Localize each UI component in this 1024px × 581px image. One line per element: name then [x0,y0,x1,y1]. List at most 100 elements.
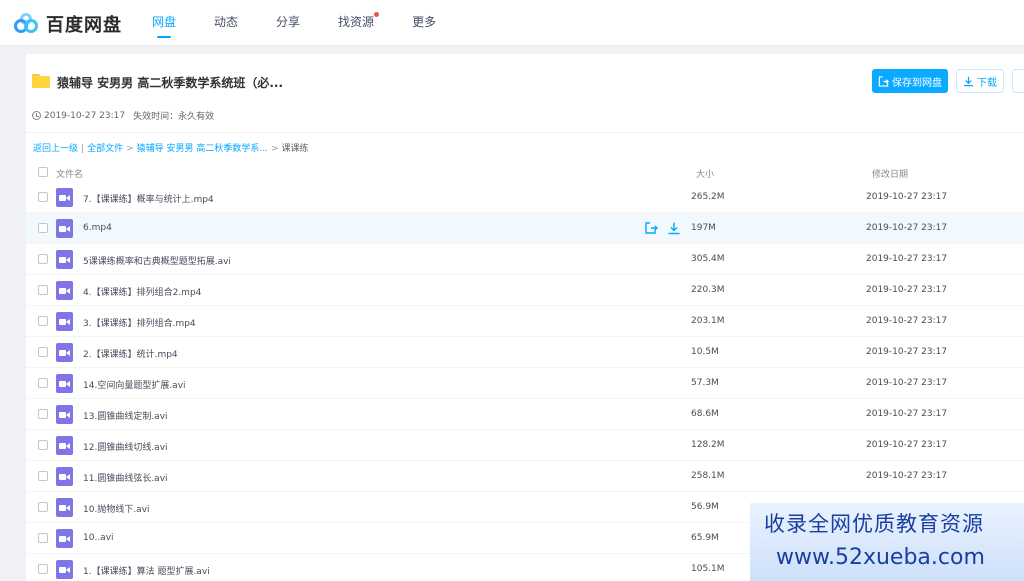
nav-item-more[interactable]: 更多 [412,0,436,46]
column-header-date[interactable]: 修改日期 [872,167,908,180]
video-file-icon [56,281,73,300]
logo-text: 百度网盘 [46,15,122,36]
file-name[interactable]: 11.圆锥曲线弦长.avi [83,471,168,484]
nav-item-find-resources[interactable]: 找资源 [338,0,380,46]
column-header-name[interactable]: 文件名 [56,167,83,180]
video-file-icon [56,312,73,331]
save-to-netdisk-icon[interactable] [644,221,658,235]
row-checkbox[interactable] [38,347,48,357]
video-file-icon [56,250,73,269]
file-name[interactable]: 10..avi [83,533,114,543]
row-checkbox[interactable] [38,192,48,202]
nav-item-share[interactable]: 分享 [276,0,300,46]
video-file-icon [56,219,73,238]
folder-icon [32,74,50,88]
share-created-time: 2019-10-27 23:17 [44,110,126,121]
file-size: 265.2M [691,192,725,202]
file-size: 68.6M [691,409,719,419]
video-file-icon [56,343,73,362]
file-size: 258.1M [691,471,725,481]
file-size: 220.3M [691,285,725,295]
column-header-size[interactable]: 大小 [696,167,714,180]
breadcrumb-parent-link[interactable]: 猿辅导 安男男 高二秋季数学系... [137,144,268,154]
select-all-checkbox[interactable] [38,167,48,177]
video-file-icon [56,436,73,455]
row-checkbox[interactable] [38,409,48,419]
download-icon [963,76,974,86]
file-name[interactable]: 1.【课课练】算法 题型扩展.avi [83,564,210,577]
file-date: 2019-10-27 23:17 [866,440,948,450]
file-size: 105.1M [691,564,725,574]
file-date: 2019-10-27 23:17 [866,223,948,233]
save-label: 保存到网盘 [892,77,942,89]
file-name[interactable]: 3.【课课练】排列组合.mp4 [83,316,196,329]
share-meta: 2019-10-27 23:17 失效时间：永久有效 [32,109,214,122]
table-row[interactable]: 11.圆锥曲线弦长.avi 258.1M 2019-10-27 23:17 [26,461,1024,492]
breadcrumb: 返回上一级 | 全部文件 > 猿辅导 安男男 高二秋季数学系... > 课课练 [33,144,309,154]
table-row[interactable]: 7.【课课练】概率与统计上.mp4 265.2M 2019-10-27 23:1… [26,182,1024,213]
video-file-icon [56,560,73,579]
nav-item-netdisk[interactable]: 网盘 [152,0,176,46]
save-icon [878,75,889,87]
file-name[interactable]: 7.【课课练】概率与统计上.mp4 [83,192,214,205]
logo[interactable]: 百度网盘 [14,11,122,37]
logo-cloud-icon [14,13,40,35]
video-file-icon [56,529,73,548]
row-checkbox[interactable] [38,471,48,481]
row-checkbox[interactable] [38,285,48,295]
file-name[interactable]: 2.【课课练】统计.mp4 [83,347,178,360]
breadcrumb-back-link[interactable]: 返回上一级 [33,144,78,154]
row-checkbox[interactable] [38,223,48,233]
save-to-netdisk-button[interactable]: 保存到网盘 [872,69,948,93]
table-row[interactable]: 3.【课课练】排列组合.mp4 203.1M 2019-10-27 23:17 [26,306,1024,337]
download-icon[interactable] [667,221,681,235]
row-checkbox[interactable] [38,533,48,543]
file-date: 2019-10-27 23:17 [866,347,948,357]
file-date: 2019-10-27 23:17 [866,409,948,419]
file-date: 2019-10-27 23:17 [866,378,948,388]
file-date: 2019-10-27 23:17 [866,285,948,295]
top-navbar: 百度网盘 网盘 动态 分享 找资源 更多 [0,0,1024,46]
row-checkbox[interactable] [38,254,48,264]
clock-icon [32,111,41,120]
file-size: 197M [691,223,716,233]
breadcrumb-all-files-link[interactable]: 全部文件 [87,144,123,154]
table-row[interactable]: 14.空间向量题型扩展.avi 57.3M 2019-10-27 23:17 [26,368,1024,399]
video-file-icon [56,498,73,517]
table-row[interactable]: 13.圆锥曲线定制.avi 68.6M 2019-10-27 23:17 [26,399,1024,430]
file-size: 65.9M [691,533,719,543]
file-date: 2019-10-27 23:17 [866,192,948,202]
row-checkbox[interactable] [38,316,48,326]
file-date: 2019-10-27 23:17 [866,471,948,481]
file-name[interactable]: 13.圆锥曲线定制.avi [83,409,168,422]
nav-item-activity[interactable]: 动态 [214,0,238,46]
more-actions-button[interactable] [1012,69,1024,93]
row-checkbox[interactable] [38,378,48,388]
file-size: 203.1M [691,316,725,326]
nav-item-label: 找资源 [338,15,375,29]
row-checkbox[interactable] [38,564,48,574]
row-checkbox[interactable] [38,440,48,450]
file-size: 128.2M [691,440,725,450]
table-row[interactable]: 5课课练概率和古典概型题型拓展.avi 305.4M 2019-10-27 23… [26,244,1024,275]
row-checkbox[interactable] [38,502,48,512]
file-name[interactable]: 12.圆锥曲线切线.avi [83,440,168,453]
main-nav: 网盘 动态 分享 找资源 更多 [152,0,474,46]
table-row[interactable]: 2.【课课练】统计.mp4 10.5M 2019-10-27 23:17 [26,337,1024,368]
watermark-slogan: 收录全网优质教育资源 [764,512,984,536]
table-header: 文件名 大小 修改日期 [26,162,1024,182]
file-name[interactable]: 6.mp4 [83,223,112,233]
table-row[interactable]: 6.mp4 197M 2019-10-27 23:17 [26,213,1024,244]
share-title: 猿辅导 安男男 高二秋季数学系统班（必... [57,76,284,90]
video-file-icon [56,374,73,393]
file-name[interactable]: 4.【课课练】排列组合2.mp4 [83,285,201,298]
file-size: 57.3M [691,378,719,388]
file-name[interactable]: 10.抛物线下.avi [83,502,150,515]
table-row[interactable]: 12.圆锥曲线切线.avi 128.2M 2019-10-27 23:17 [26,430,1024,461]
table-row[interactable]: 4.【课课练】排列组合2.mp4 220.3M 2019-10-27 23:17 [26,275,1024,306]
file-size: 56.9M [691,502,719,512]
download-button[interactable]: 下载 [956,69,1004,93]
file-name[interactable]: 5课课练概率和古典概型题型拓展.avi [83,254,231,267]
file-name[interactable]: 14.空间向量题型扩展.avi [83,378,186,391]
video-file-icon [56,188,73,207]
